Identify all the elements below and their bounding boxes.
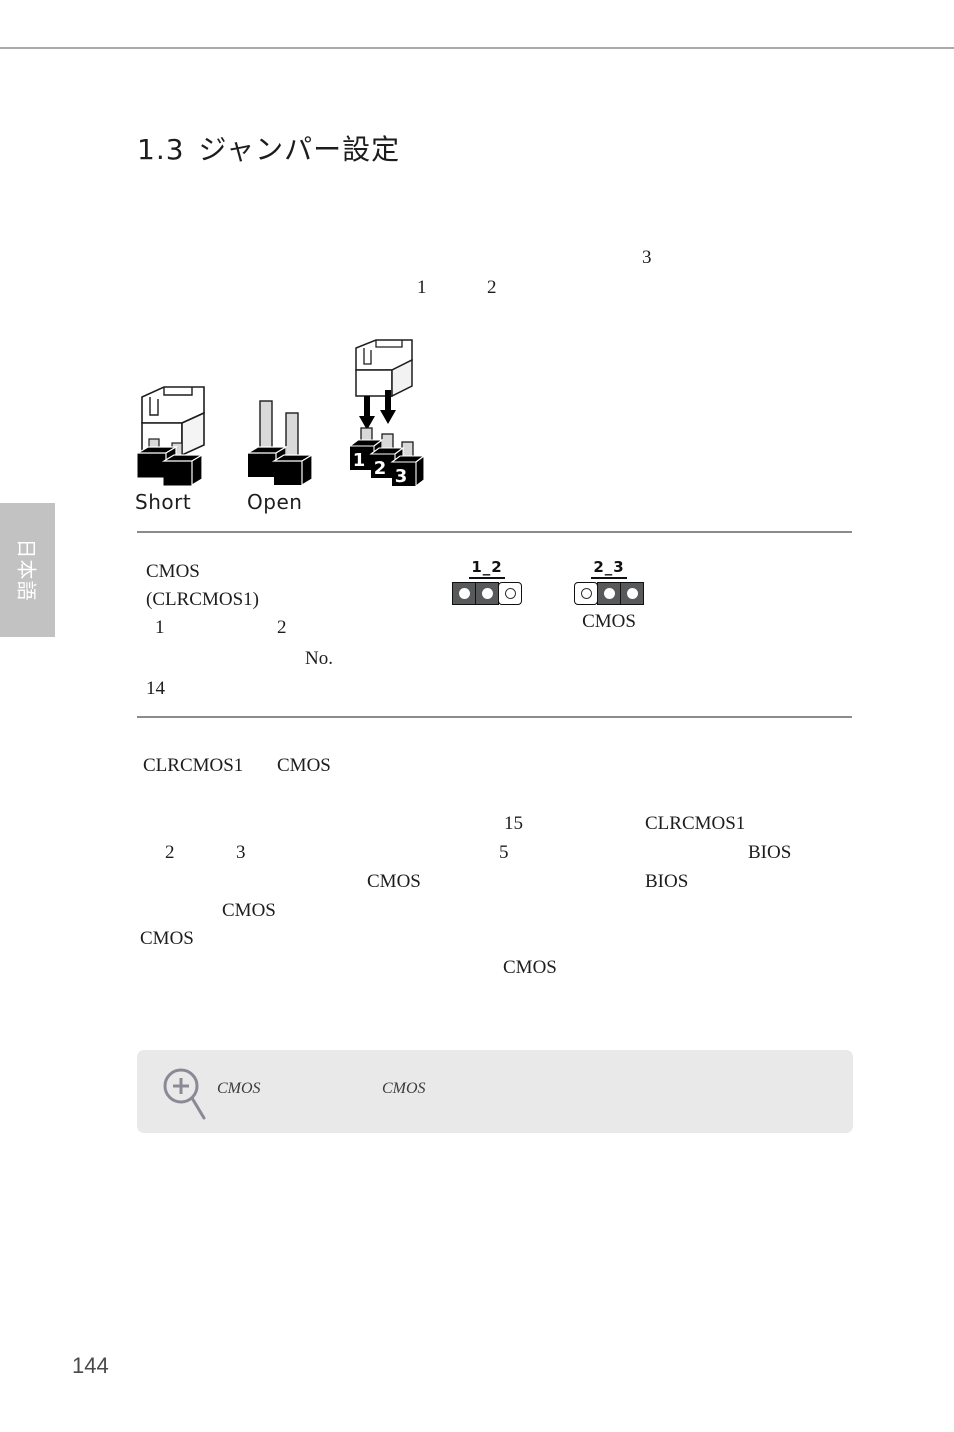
pin-dot-connected [481,588,493,599]
diagram-label-2: 2 [487,277,497,298]
section-number: 1.3 [137,133,185,166]
section-title-text: ジャンパー設定 [198,133,401,166]
pin-dot-open [504,588,516,599]
pin-state-label-1: 2_3 [591,558,627,579]
pin-state-1_2: 1_2 [452,558,522,605]
pin-number-2: 2 [374,458,387,479]
pin-number-1: 1 [353,450,366,471]
clrcmos-line-4: No. [305,648,333,669]
page-title: 1.3 ジャンパー設定 [137,128,400,168]
clrcmos-line-1: (CLRCMOS1) [146,589,259,610]
pin-state-label-0: 1_2 [469,558,505,579]
pin-cell-2 [475,582,499,605]
body-line-9: BIOS [645,871,689,892]
diagram-label-1: 1 [417,277,427,298]
body-line-3: CLRCMOS1 [645,813,746,834]
pin-cell-1 [574,582,598,605]
three-pin-jumper-illustration: 1 2 3 [348,339,426,488]
pin-state-2_3: 2_3 CMOS [574,558,644,633]
pin-cell-2 [597,582,621,605]
clrcmos-line-0: CMOS [146,561,200,582]
separator-rule-bottom [137,716,852,718]
body-line-2: 15 [504,813,523,834]
pin-dot-connected [603,588,615,599]
pin-cell-3 [498,582,522,605]
jumper-caption-1: Open [247,490,303,514]
body-line-6: 5 [499,842,509,863]
note-text-segment-0: CMOS [217,1080,261,1097]
side-tab-label: 日本語 [14,538,38,602]
note-text-segment-1: CMOS [382,1080,426,1097]
body-line-0: CLRCMOS1 [143,755,244,776]
pin-number-3: 3 [395,466,408,487]
clrcmos-line-5: 14 [146,678,165,699]
language-side-tab: 日本語 [0,503,55,637]
pin-cell-3 [620,582,644,605]
magnifier-plus-icon [163,1068,206,1120]
body-line-8: CMOS [367,871,421,892]
pin-dot-open [580,588,592,599]
body-line-7: BIOS [748,842,792,863]
diagram-label-0: 3 [642,247,652,268]
pin-dot-connected [626,588,638,599]
body-line-11: CMOS [140,928,194,949]
page-number: 144 [72,1353,109,1378]
page-header-rule [0,47,954,49]
body-line-12: CMOS [503,957,557,978]
jumper-caption-0: Short [135,490,192,514]
clrcmos-line-2: 1 [155,617,165,638]
pin-dot-connected [458,588,470,599]
body-line-4: 2 [165,842,175,863]
body-line-1: CMOS [277,755,331,776]
pin-cell-1 [452,582,476,605]
body-line-10: CMOS [222,900,276,921]
body-line-5: 3 [236,842,246,863]
pin-state-sublabel-1: CMOS [582,611,636,632]
short-jumper-illustration [135,386,205,487]
separator-rule-top [137,531,852,533]
clrcmos-line-3: 2 [277,617,287,638]
note-box: CMOS CMOS [137,1050,853,1133]
open-jumper-illustration [245,400,315,487]
